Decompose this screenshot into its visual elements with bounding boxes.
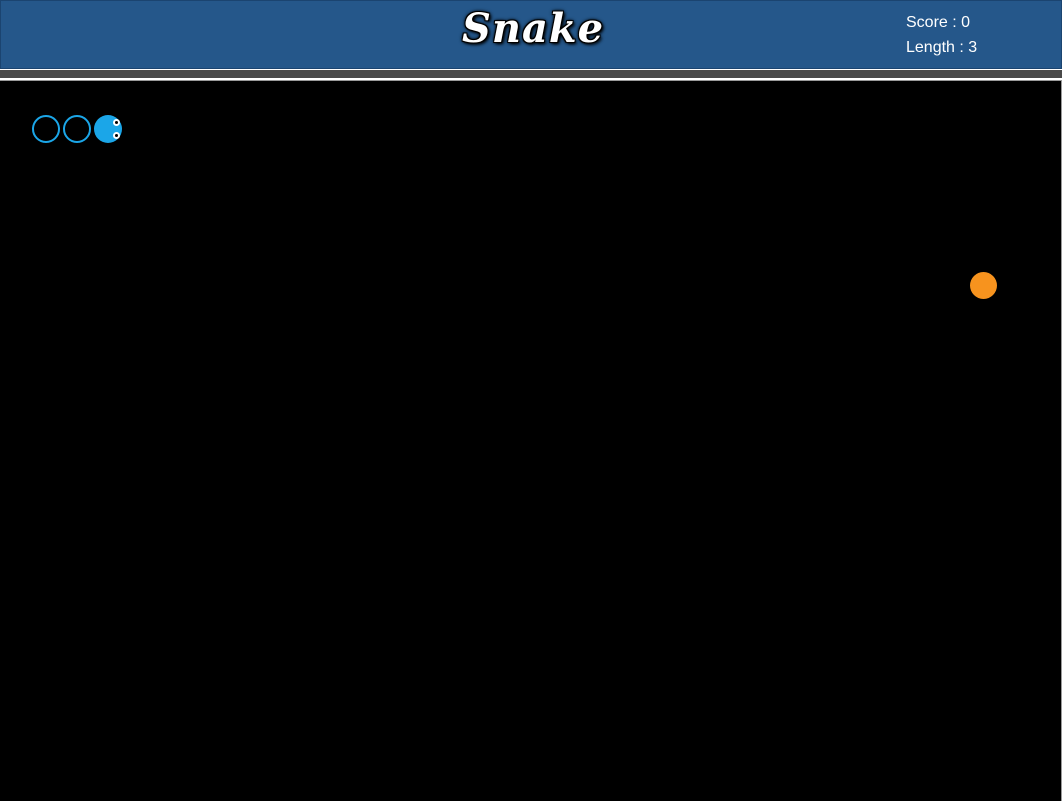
- game-board[interactable]: [0, 80, 1062, 801]
- snake-body-segment: [63, 115, 91, 143]
- stats-panel: Score : 0 Length : 3: [906, 10, 977, 60]
- snake-tail-segment: [32, 115, 60, 143]
- length-display: Length : 3: [906, 39, 978, 56]
- score-display: Score : 0: [906, 14, 971, 31]
- game-title: Snake: [461, 5, 605, 52]
- game-header: Snake Score : 0 Length : 3: [0, 0, 1062, 69]
- food-pellet: [970, 272, 997, 299]
- snake-eye-icon: [113, 132, 120, 139]
- header-divider: [0, 70, 1062, 78]
- snake-eye-icon: [113, 119, 120, 126]
- snake-head: [94, 115, 122, 143]
